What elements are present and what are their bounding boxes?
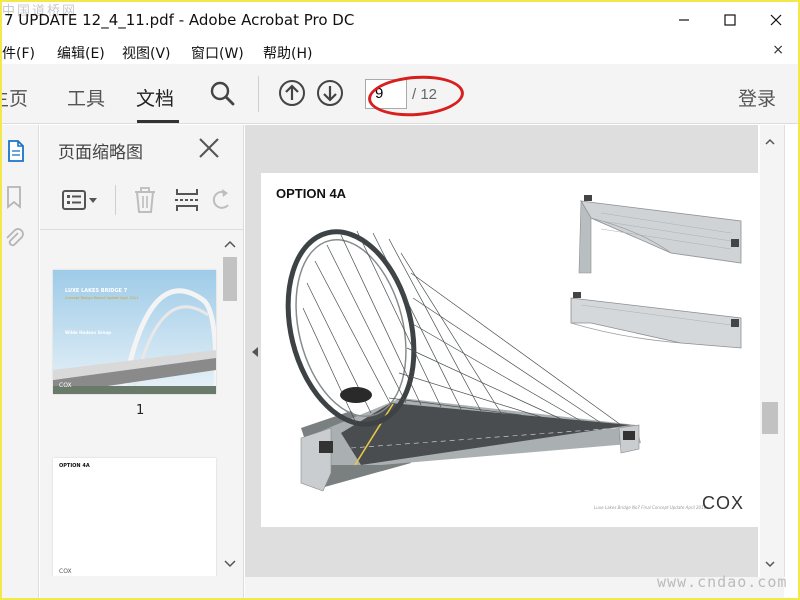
thumb2-headline: OPTION 4A xyxy=(59,463,90,469)
thumbnail-page-2[interactable]: OPTION 4A COX xyxy=(53,458,216,576)
toolbar: 主页 工具 文档 9 / 12 登录 xyxy=(2,64,798,124)
thumb1-subtitle: Concept Design Report Update April 2011 xyxy=(65,296,139,300)
thumbnail-scrollbar[interactable] xyxy=(220,235,240,575)
thumb2-logo: COX xyxy=(59,568,72,575)
menu-bar: 文件(F) 编辑(E) 视图(V) 窗口(W) 帮助(H) × xyxy=(2,38,798,64)
minimize-button[interactable] xyxy=(661,2,707,38)
watermark-footer: www.cndao.com xyxy=(657,573,788,591)
thumb1-company: Wilde Hodson Group xyxy=(65,330,112,335)
toolbar-divider xyxy=(258,76,259,112)
next-page-icon[interactable] xyxy=(315,78,345,108)
tab-document[interactable]: 文档 xyxy=(136,84,174,111)
extract-page-icon[interactable] xyxy=(172,185,202,215)
pdf-page: OPTION 4A Luxe Lakes Bridge No7 Final Co… xyxy=(261,173,759,527)
page-caption: Luxe Lakes Bridge No7 Final Concept Upda… xyxy=(594,505,707,510)
page-thumbnails-icon[interactable] xyxy=(4,139,28,163)
window-title: 7 UPDATE 12_4_11.pdf - Adobe Acrobat Pro… xyxy=(4,11,355,29)
document-viewer[interactable]: OPTION 4A Luxe Lakes Bridge No7 Final Co… xyxy=(245,125,759,577)
document-scroll-thumb[interactable] xyxy=(762,402,778,434)
right-pane-edge xyxy=(784,125,798,577)
menu-close-document-button[interactable]: × xyxy=(772,42,784,58)
close-window-button[interactable] xyxy=(753,2,798,38)
login-link[interactable]: 登录 xyxy=(738,84,776,111)
menu-file[interactable]: 文件(F) xyxy=(2,43,35,63)
minimize-icon xyxy=(679,19,689,21)
delete-page-icon[interactable] xyxy=(130,185,160,215)
scroll-up-icon[interactable] xyxy=(764,137,776,147)
maximize-icon xyxy=(724,14,736,26)
thumbnail-options-icon[interactable] xyxy=(60,185,102,215)
document-scrollbar[interactable] xyxy=(760,125,784,577)
tab-tools[interactable]: 工具 xyxy=(67,84,105,111)
rotate-page-icon[interactable] xyxy=(210,185,232,215)
title-bar: 中国道桥网 7 UPDATE 12_4_11.pdf - Adobe Acrob… xyxy=(2,2,798,38)
tab-home[interactable]: 主页 xyxy=(2,84,28,111)
active-tab-indicator xyxy=(137,120,179,123)
bridge-elevation-top xyxy=(578,195,742,274)
thumbnail-list: LUXE LAKES BRIDGE 7 Concept Design Repor… xyxy=(40,230,236,576)
scroll-down-icon[interactable] xyxy=(764,559,776,569)
thumb1-headline: LUXE LAKES BRIDGE 7 xyxy=(65,288,128,294)
close-panel-icon[interactable] xyxy=(196,135,222,161)
bookmark-icon[interactable] xyxy=(4,185,28,209)
thumbnail-page-1[interactable]: LUXE LAKES BRIDGE 7 Concept Design Repor… xyxy=(53,270,216,394)
attachment-icon[interactable] xyxy=(4,227,28,251)
maximize-button[interactable] xyxy=(707,2,753,38)
menu-window[interactable]: 窗口(W) xyxy=(191,43,244,63)
menu-view[interactable]: 视图(V) xyxy=(122,43,171,63)
thumb1-logo: COX xyxy=(59,382,72,389)
thumb-toolbar-divider xyxy=(115,185,116,215)
cox-logo: COX xyxy=(702,493,745,513)
thumbnail-panel: 页面缩略图 LUXE LAKES BRIDGE 7 Concept Design… xyxy=(40,125,244,598)
acrobat-window: 中国道桥网 7 UPDATE 12_4_11.pdf - Adobe Acrob… xyxy=(2,2,798,598)
collapse-panel-icon[interactable] xyxy=(250,346,260,358)
close-icon xyxy=(770,14,782,26)
navigation-rail xyxy=(2,125,39,598)
bridge-elevation-bottom xyxy=(570,292,742,349)
thumbnail-panel-title: 页面缩略图 xyxy=(58,143,143,163)
menu-help[interactable]: 帮助(H) xyxy=(263,43,312,63)
thumbnail-page-1-number: 1 xyxy=(136,403,145,418)
menu-edit[interactable]: 编辑(E) xyxy=(57,43,105,63)
bridge-rendering xyxy=(285,195,742,492)
search-icon[interactable] xyxy=(207,78,237,108)
previous-page-icon[interactable] xyxy=(277,78,307,108)
